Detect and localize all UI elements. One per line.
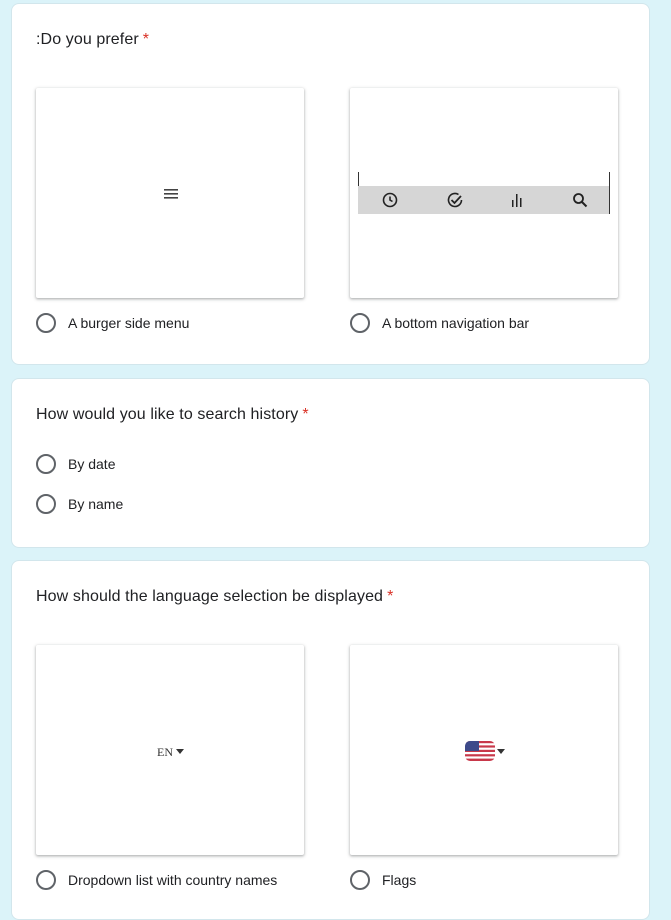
required-asterisk: *: [142, 31, 150, 48]
search-icon: [573, 193, 588, 208]
required-asterisk: *: [387, 588, 394, 605]
question-title-text: How should the language selection be dis…: [36, 588, 384, 605]
radio-button[interactable]: [36, 454, 56, 474]
burger-menu-image: [36, 88, 304, 298]
clock-icon: [382, 192, 398, 208]
option-flags[interactable]: Flags: [350, 870, 416, 890]
question-title-text: :Do you prefer: [36, 31, 139, 48]
dropdown-caret-icon: [176, 749, 184, 754]
option-burger-menu[interactable]: A burger side menu: [36, 313, 189, 333]
question-title-text: How would you like to search history: [36, 406, 299, 423]
required-asterisk: *: [302, 406, 309, 423]
language-dropdown-preview: EN: [157, 745, 184, 760]
question-card-1: :Do you prefer * A burger side menu A bo…: [11, 3, 650, 365]
radio-button[interactable]: [350, 313, 370, 333]
question-card-3: How should the language selection be dis…: [11, 560, 650, 920]
language-code: EN: [157, 745, 173, 759]
question-card-2: How would you like to search history * By…: [11, 378, 650, 548]
question-title: How should the language selection be dis…: [36, 588, 393, 606]
radio-button[interactable]: [350, 870, 370, 890]
bar-chart-icon: [512, 194, 522, 207]
question-title: How would you like to search history *: [36, 406, 309, 424]
option-label: By name: [68, 496, 124, 512]
phone-edge-right: [609, 172, 610, 214]
bottom-nav-image: [350, 88, 618, 298]
hamburger-menu-icon: [164, 189, 178, 199]
option-dropdown-country-names[interactable]: Dropdown list with country names: [36, 870, 277, 890]
radio-button[interactable]: [36, 494, 56, 514]
flag-language-image: [350, 645, 618, 855]
check-circle-icon: [447, 192, 463, 208]
us-flag-icon: [465, 741, 495, 761]
option-by-name[interactable]: By name: [36, 494, 123, 514]
option-label: Dropdown list with country names: [68, 872, 278, 888]
option-by-date[interactable]: By date: [36, 454, 115, 474]
dropdown-language-image: EN: [36, 645, 304, 855]
radio-button[interactable]: [36, 870, 56, 890]
option-label: A burger side menu: [68, 315, 190, 331]
option-label: By date: [68, 456, 116, 472]
bottom-navigation-bar: [358, 186, 609, 214]
radio-button[interactable]: [36, 313, 56, 333]
option-label: Flags: [382, 872, 417, 888]
option-label: A bottom navigation bar: [382, 315, 530, 331]
dropdown-caret-icon: [497, 749, 505, 754]
option-bottom-nav[interactable]: A bottom navigation bar: [350, 313, 529, 333]
question-title: :Do you prefer *: [36, 31, 149, 49]
